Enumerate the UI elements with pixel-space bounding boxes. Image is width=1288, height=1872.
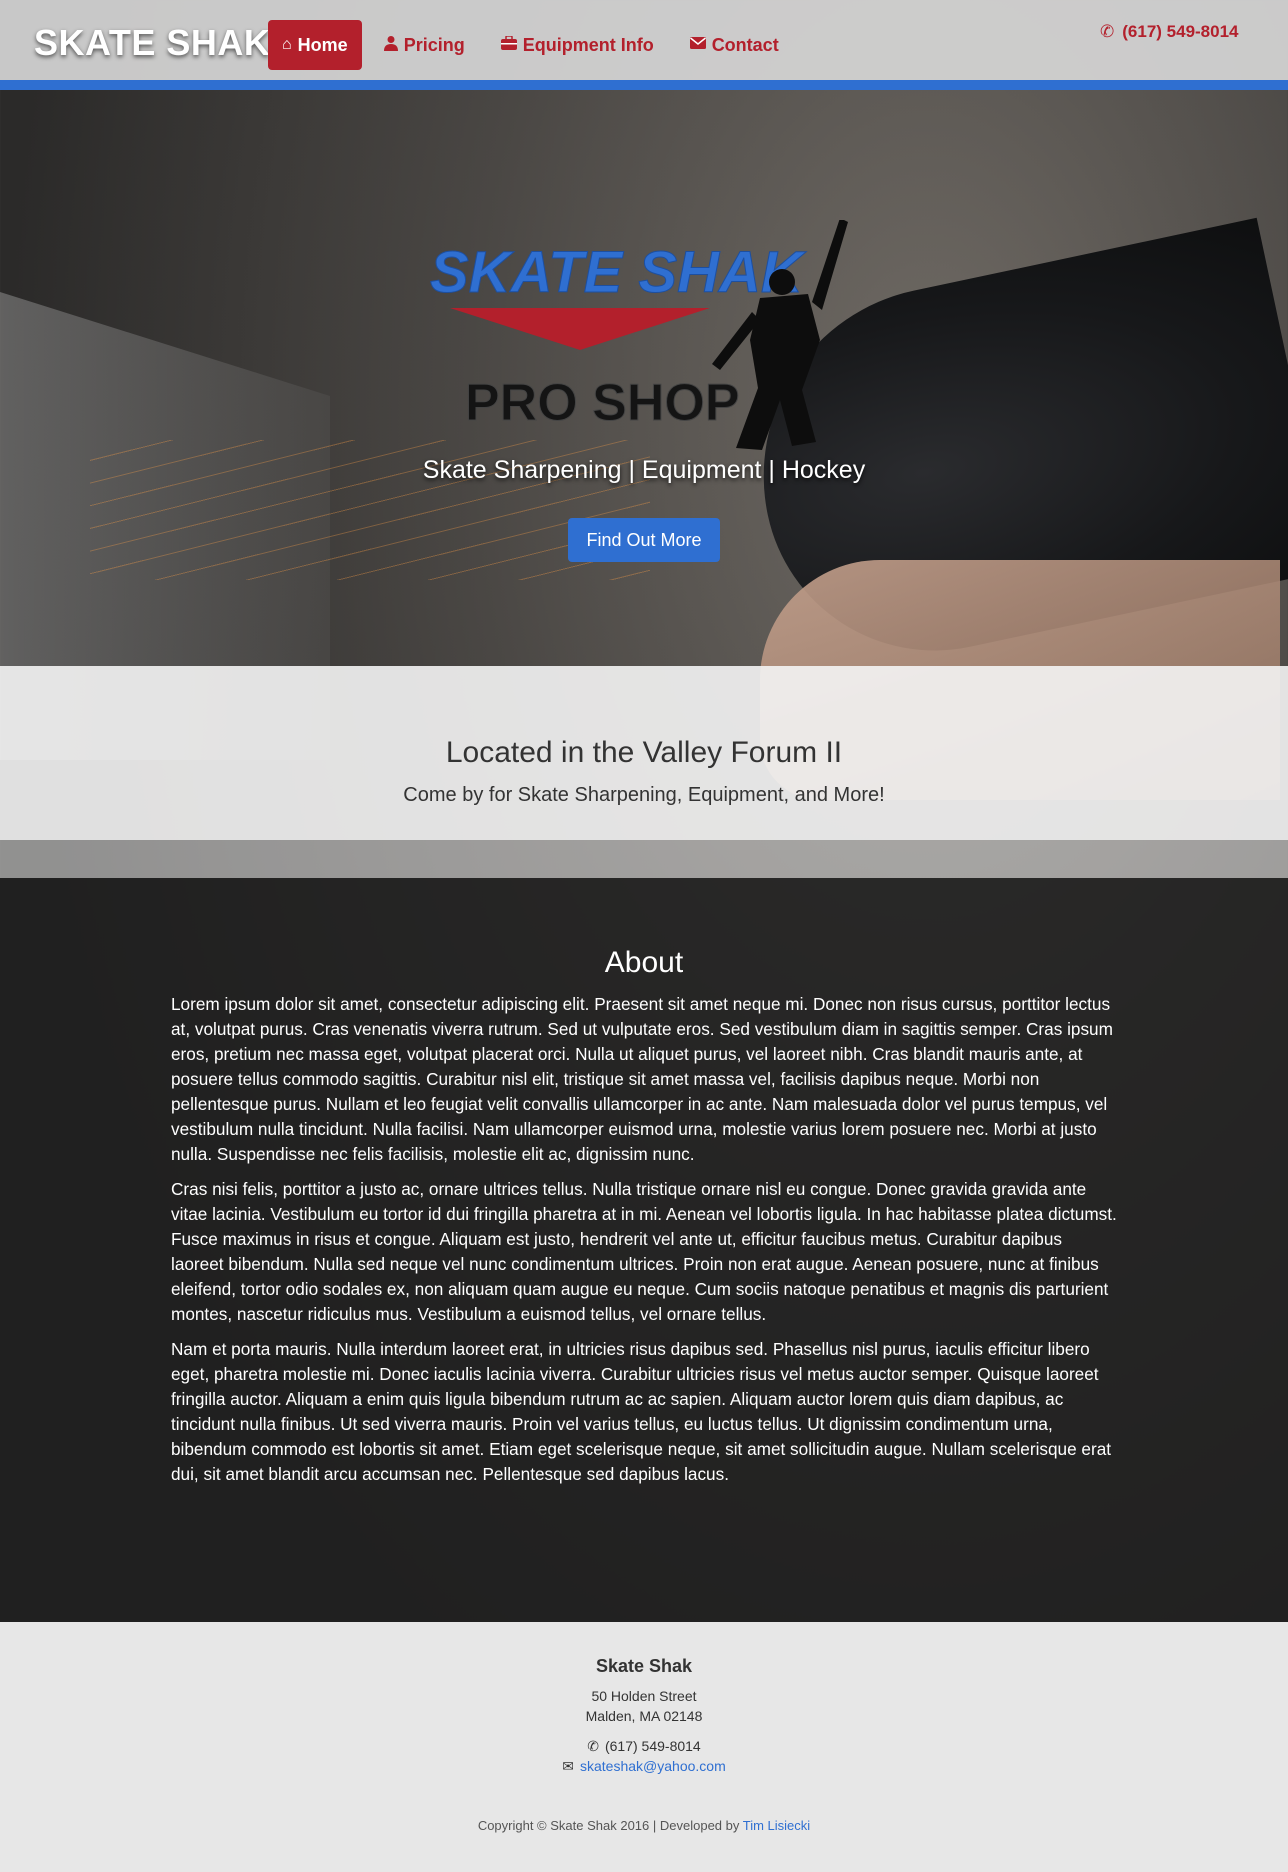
footer-street: 50 Holden Street (591, 1688, 697, 1704)
navbar: SKATE SHAK ⌂ Home Pricing Equipment Info… (0, 0, 1288, 90)
footer-phone: ✆ (617) 549-8014 (0, 1738, 1288, 1755)
about-heading: About (604, 946, 684, 979)
nav-equipment-info[interactable]: Equipment Info (487, 20, 668, 70)
developer-link[interactable]: Tim Lisiecki (743, 1818, 810, 1833)
envelope-icon (689, 36, 706, 54)
footer-email-link[interactable]: skateshak@yahoo.com (580, 1758, 726, 1774)
about-paragraph: Lorem ipsum dolor sit amet, consectetur … (171, 994, 1113, 1164)
nav-equipment-label: Equipment Info (522, 34, 654, 55)
location-section: Located in the Valley Forum II Come by f… (0, 666, 1288, 840)
nav-home-label: Home (297, 34, 348, 55)
nav-home[interactable]: ⌂ Home (268, 20, 362, 70)
logo-top-text: SKATE SHAK (430, 240, 807, 305)
footer-copyright: Copyright © Skate Shak 2016 | Developed … (0, 1818, 1288, 1833)
nav-contact[interactable]: Contact (676, 20, 793, 70)
main-nav: ⌂ Home Pricing Equipment Info Contact (268, 20, 793, 70)
brand-logo-text[interactable]: SKATE SHAK (34, 22, 270, 64)
phone-icon: ✆ (587, 1738, 599, 1754)
phone-icon: ✆ (1100, 22, 1115, 41)
footer-email: ✉ skateshak@yahoo.com (0, 1758, 1288, 1775)
nav-pricing-label: Pricing (403, 34, 465, 55)
copyright-text: Copyright © Skate Shak 2016 | Developed … (477, 1818, 740, 1833)
home-icon: ⌂ (282, 36, 292, 53)
logo-bottom-text: PRO SHOP (465, 374, 740, 432)
nav-pricing[interactable]: Pricing (370, 20, 479, 70)
section-divider-band (0, 840, 1288, 878)
user-icon (383, 35, 398, 56)
header-phone-number: (617) 549-8014 (1122, 22, 1239, 41)
footer-phone-number: (617) 549-8014 (604, 1738, 701, 1754)
about-body: Lorem ipsum dolor sit amet, consectetur … (171, 992, 1119, 1497)
hero-tagline: Skate Sharpening | Equipment | Hockey (422, 456, 866, 484)
briefcase-icon (500, 34, 517, 55)
about-paragraph: Cras nisi felis, porttitor a justo ac, o… (171, 1179, 1117, 1324)
logo-red-chevron (450, 308, 710, 350)
location-subheading: Come by for Skate Sharpening, Equipment,… (403, 784, 885, 806)
location-heading: Located in the Valley Forum II (445, 736, 843, 769)
header-phone[interactable]: ✆ (617) 549-8014 (1100, 22, 1239, 42)
footer-business-name: Skate Shak (595, 1656, 693, 1676)
footer-city: Malden, MA 02148 (585, 1708, 703, 1724)
about-section: About Lorem ipsum dolor sit amet, consec… (0, 878, 1288, 1622)
footer: Skate Shak 50 Holden Street Malden, MA 0… (0, 1622, 1288, 1872)
find-out-more-button[interactable]: Find Out More (568, 518, 720, 562)
about-paragraph: Nam et porta mauris. Nulla interdum laor… (171, 1339, 1112, 1484)
nav-contact-label: Contact (711, 34, 779, 55)
envelope-outline-icon: ✉ (562, 1758, 574, 1774)
hero-section: SKATE SHAK PRO SHOP Skate Sharpening | E… (0, 100, 1288, 666)
